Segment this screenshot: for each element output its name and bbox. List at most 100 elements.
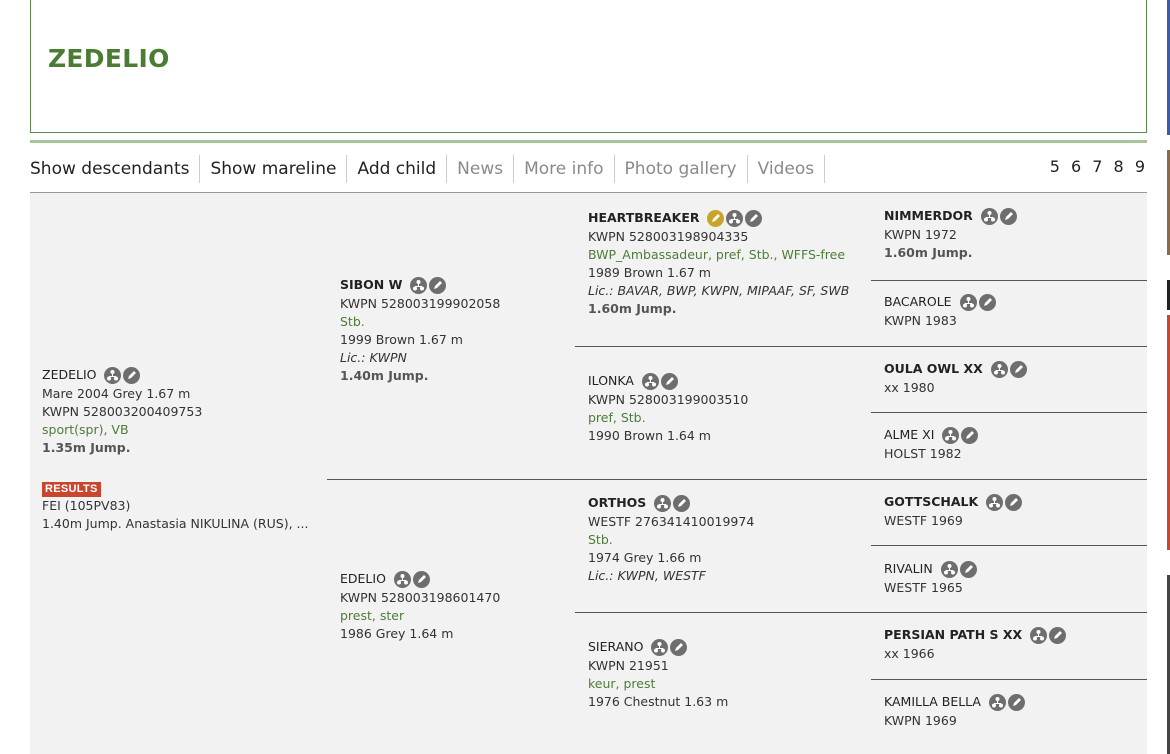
gen4-name-4[interactable]: GOTTSCHALK [884,493,978,511]
edit-pencil-icon[interactable] [961,426,979,444]
gen4-details-7: KWPN 1969 [884,713,957,728]
gen3-name-3[interactable]: SIERANO [588,638,643,656]
pedigree-tree-icon[interactable] [654,494,672,512]
gen3-registration-2: WESTF 276341410019974 [588,514,755,529]
gen3-level-0: 1.60m Jump. [588,301,677,316]
subject-name[interactable]: ZEDELIO [42,366,96,384]
gen3-details-2: 1974 Grey 1.66 m [588,550,702,565]
news-link[interactable]: News [447,155,515,183]
pedigree-tree-icon[interactable] [393,570,411,588]
gen4-details-3: HOLST 1982 [884,446,962,461]
page-title: ZEDELIO [48,44,170,73]
gen4-ancestor: NIMMERDOR KWPN 1972 1.60m Jump. [884,206,1146,262]
pedigree-tree-icon[interactable] [980,207,998,225]
pedigree-tree-icon[interactable] [986,493,1004,511]
more-info-link[interactable]: More info [514,155,615,183]
gen4-name-1[interactable]: BACAROLE [884,293,952,311]
granddam-paternal: ILONKA KWPN 528003199003510 pref, Stb. 1… [588,371,868,445]
pedigree-tree-icon[interactable] [959,293,977,311]
gen4-details-4: WESTF 1969 [884,513,963,528]
dam-horse: EDELIO KWPN 528003198601470 prest, ster … [340,569,570,643]
pedigree-tree-icon[interactable] [651,638,669,656]
gen3-name-0[interactable]: HEARTBREAKER [588,209,699,227]
edit-pencil-icon[interactable] [999,207,1017,225]
results-badge[interactable]: RESULTS [42,482,101,497]
edit-pencil-icon[interactable] [978,293,996,311]
edit-pencil-icon[interactable] [1049,626,1067,644]
gen3-registration-1: KWPN 528003199003510 [588,392,749,407]
subject-details: Mare 2004 Grey 1.67 m [42,386,191,401]
photo-gallery-link[interactable]: Photo gallery [615,155,748,183]
subject-fei-id: FEI (105PV83) [42,498,131,513]
pedigree-tree-icon[interactable] [990,360,1008,378]
edit-pencil-icon[interactable] [745,209,763,227]
gen4-ancestor: RIVALIN WESTF 1965 [884,559,1146,597]
gen3-predicates-1: pref, Stb. [588,410,646,425]
gen3-predicates-2: Stb. [588,532,613,547]
pedigree-tree-icon[interactable] [988,693,1006,711]
gen4-ancestor: OULA OWL XX xx 1980 [884,359,1146,397]
grandsire-paternal: HEARTBREAKER KWPN 528003198904335 BWP_Am… [588,208,868,318]
subject-level: 1.35m Jump. [42,440,131,455]
gen4-name-3[interactable]: ALME XI [884,426,934,444]
edit-pencil-icon[interactable] [1005,493,1023,511]
gen3-predicates-3: keur, prest [588,676,656,691]
gen3-name-1[interactable]: ILONKA [588,372,634,390]
subject-predicates: sport(spr), VB [42,422,129,437]
gen3-details-1: 1990 Brown 1.64 m [588,428,711,443]
edit-pencil-icon[interactable] [412,570,430,588]
edit-pencil-icon[interactable] [959,560,977,578]
edit-pencil-icon[interactable] [123,366,141,384]
gen3-name-2[interactable]: ORTHOS [588,494,646,512]
pedigree-table: ZEDELIO Mare 2004 Grey 1.67 m KWPN 52800… [30,193,1147,754]
show-descendants-link[interactable]: Show descendants [30,155,201,183]
subject-registration: KWPN 528003200409753 [42,404,203,419]
videos-link[interactable]: Videos [748,155,826,183]
gen4-details-5: WESTF 1965 [884,580,963,595]
pedigree-tree-icon[interactable] [942,426,960,444]
pedigree-tree-icon[interactable] [410,276,428,294]
horse-title-box: ZEDELIO [30,0,1147,133]
pedigree-tree-icon[interactable] [1030,626,1048,644]
edit-pencil-icon[interactable] [673,494,691,512]
grandsire-maternal: ORTHOS WESTF 276341410019974 Stb. 1974 G… [588,493,868,585]
edit-pencil-icon[interactable] [660,372,678,390]
title-divider [30,140,1147,143]
dam-registration: KWPN 528003198601470 [340,590,501,605]
action-nav: Show descendants Show mareline Add child… [30,154,826,184]
edit-pencil-icon[interactable] [670,638,688,656]
pedigree-tree-icon[interactable] [641,372,659,390]
gen3-registration-3: KWPN 21951 [588,658,669,673]
gen4-name-6[interactable]: PERSIAN PATH S XX [884,626,1022,644]
gen4-level-0: 1.60m Jump. [884,245,973,260]
show-mareline-link[interactable]: Show mareline [200,155,348,183]
edit-pencil-icon[interactable] [429,276,447,294]
dam-name[interactable]: EDELIO [340,570,386,588]
edit-pencil-icon[interactable] [1007,693,1025,711]
gen4-ancestor: BACAROLE KWPN 1983 [884,292,1146,330]
gen4-name-5[interactable]: RIVALIN [884,560,933,578]
edit-pencil-icon[interactable] [1009,360,1027,378]
add-child-link[interactable]: Add child [347,155,448,183]
gen4-ancestor: ALME XI HOLST 1982 [884,425,1146,463]
pedigree-tree-icon[interactable] [104,366,122,384]
sire-details: 1999 Brown 1.67 m [340,332,463,347]
gen3-details-3: 1976 Chestnut 1.63 m [588,694,729,709]
gen4-details-6: xx 1966 [884,646,935,661]
generation-selector[interactable]: 5 6 7 8 9 [1050,157,1148,176]
pedigree-tree-icon[interactable] [726,209,744,227]
gen4-name-2[interactable]: OULA OWL XX [884,360,983,378]
gen4-name-0[interactable]: NIMMERDOR [884,207,973,225]
gen3-licenses-2: Lic.: KWPN, WESTF [588,568,706,583]
subject-result[interactable]: 1.40m Jump. Anastasia NIKULINA (RUS), ..… [42,515,322,533]
pedigree-tree-icon[interactable] [940,560,958,578]
stallion-approved-icon[interactable] [707,209,725,227]
gen4-ancestor: GOTTSCHALK WESTF 1969 [884,492,1146,530]
gen4-name-7[interactable]: KAMILLA BELLA [884,693,981,711]
gen4-ancestor: KAMILLA BELLA KWPN 1969 [884,692,1146,730]
sire-licenses: Lic.: KWPN [340,350,407,365]
gen3-predicates-0: BWP_Ambassadeur, pref, Stb., WFFS-free [588,247,846,262]
sire-name[interactable]: SIBON W [340,276,402,294]
gen4-details-1: KWPN 1983 [884,313,957,328]
gen4-ancestor: PERSIAN PATH S XX xx 1966 [884,625,1146,663]
